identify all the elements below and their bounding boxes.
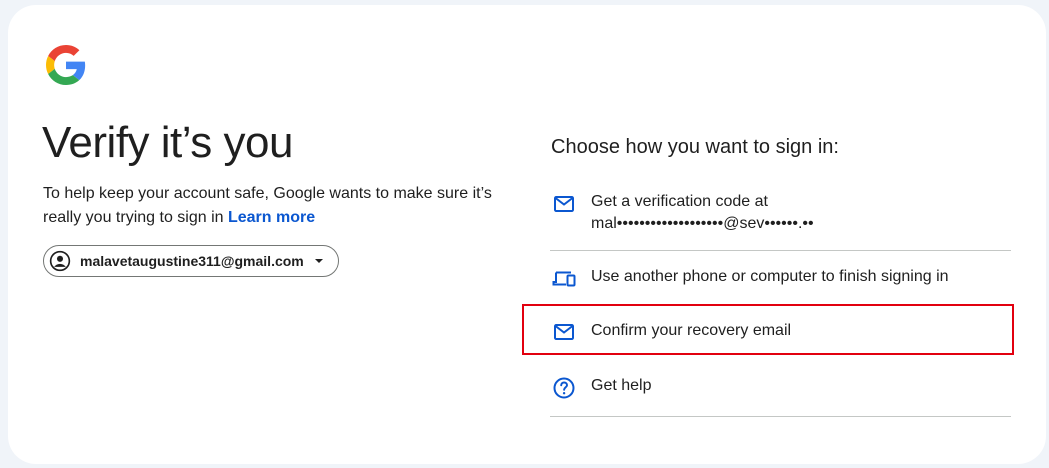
masked-email: mal•••••••••••••••••••@sev••••••.••	[591, 215, 814, 232]
option-label: Get a verification code at mal••••••••••…	[591, 191, 814, 235]
account-circle-icon	[49, 250, 71, 272]
page-subtitle: To help keep your account safe, Google w…	[43, 182, 513, 230]
learn-more-link[interactable]: Learn more	[228, 209, 315, 226]
google-logo-icon	[46, 45, 86, 85]
option-label: Confirm your recovery email	[591, 322, 792, 339]
option-confirm-recovery-email[interactable]: Confirm your recovery email	[550, 306, 1011, 361]
choose-heading: Choose how you want to sign in:	[551, 136, 839, 158]
sign-in-options-list: Get a verification code at mal••••••••••…	[550, 180, 1011, 417]
help-circle-icon	[552, 376, 576, 400]
option-verification-code[interactable]: Get a verification code at mal••••••••••…	[550, 180, 1011, 251]
account-chooser-button[interactable]: malavetaugustine311@gmail.com	[43, 245, 339, 277]
sign-in-options-panel: Choose how you want to sign in: Get a ve…	[550, 133, 1011, 417]
option-label: Get help	[591, 377, 652, 394]
devices-icon	[552, 266, 576, 290]
sign-in-card: Verify it’s you To help keep your accoun…	[8, 5, 1046, 464]
option-label-line1: Get a verification code at	[591, 193, 768, 210]
mail-icon	[552, 192, 576, 216]
option-get-help[interactable]: Get help	[550, 361, 1011, 417]
option-label: Use another phone or computer to finish …	[591, 268, 949, 285]
option-another-device[interactable]: Use another phone or computer to finish …	[550, 251, 1011, 306]
caret-down-icon	[314, 256, 324, 266]
account-email: malavetaugustine311@gmail.com	[80, 253, 304, 269]
page-title: Verify it’s you	[42, 118, 293, 167]
mail-icon	[552, 320, 576, 344]
